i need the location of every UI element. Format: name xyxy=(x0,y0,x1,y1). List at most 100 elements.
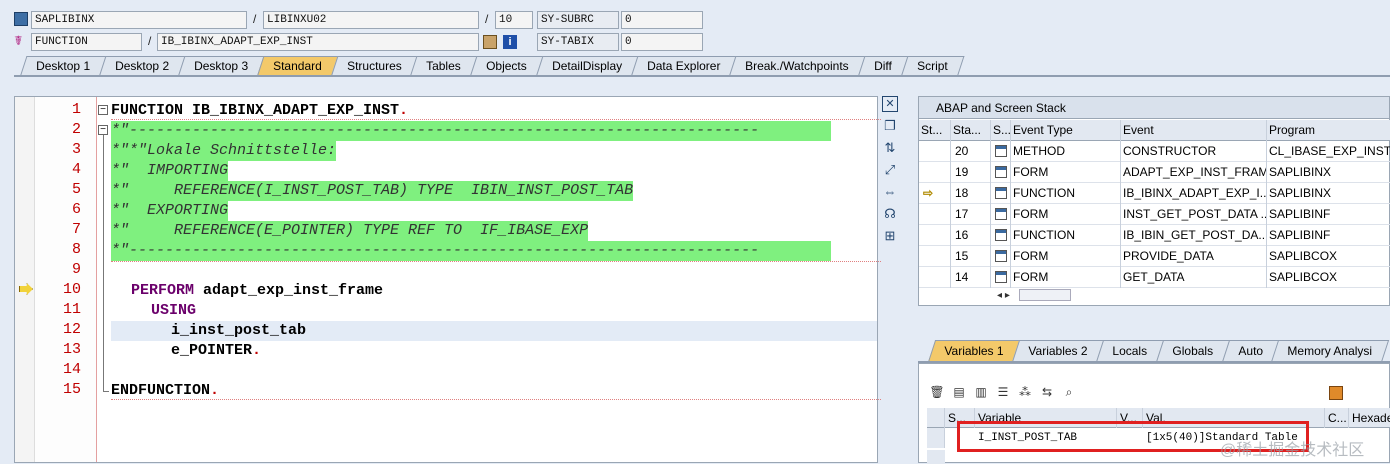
tab-structures[interactable]: Structures xyxy=(330,56,418,76)
stack-cell-event-type: FORM xyxy=(1011,246,1121,267)
stack-col-header[interactable]: Event xyxy=(1121,120,1267,141)
fold-toggle-1[interactable]: − xyxy=(98,105,108,115)
save-icon[interactable] xyxy=(1329,386,1343,400)
stack-cell-event-type: METHOD xyxy=(1011,141,1121,162)
tab-desktop-1[interactable]: Desktop 1 xyxy=(20,56,107,76)
stack-cell-program: SAPLIBINX xyxy=(1269,165,1332,179)
row-selector-2[interactable] xyxy=(927,450,945,464)
stack-cell-level: 19 xyxy=(951,162,991,183)
scroll-left-icon[interactable]: ◂ xyxy=(997,290,1002,301)
type-field[interactable]: FUNCTION xyxy=(31,33,142,51)
transfer-icon[interactable]: ⇆ xyxy=(1039,384,1055,400)
source-icon xyxy=(991,141,1011,162)
document-icon xyxy=(995,271,1007,283)
stack-cell-event-type: FORM xyxy=(1011,267,1121,288)
stack-cell-status xyxy=(919,162,951,183)
stack-cell-level: 16 xyxy=(951,225,991,246)
tab-standard[interactable]: Standard xyxy=(257,56,339,76)
info-icon[interactable]: i xyxy=(503,35,517,49)
fold-end xyxy=(103,391,109,392)
name-field[interactable]: IB_IBINX_ADAPT_EXP_INST xyxy=(157,33,479,51)
vtab-globals[interactable]: Globals xyxy=(1156,340,1230,362)
stack-row[interactable]: 15 FORM PROVIDE_DATA SAPLIBCOX xyxy=(919,246,1390,267)
stack-col-header[interactable]: Program xyxy=(1267,120,1390,141)
tab-tables[interactable]: Tables xyxy=(410,56,478,76)
slash-3: / xyxy=(148,34,152,48)
line-field[interactable]: 10 xyxy=(495,11,533,29)
tab-data-explorer[interactable]: Data Explorer xyxy=(630,56,737,76)
scroll-right-icon[interactable]: ▸ xyxy=(1005,290,1010,301)
stack-row[interactable]: ⇨ 18 FUNCTION IB_IBINX_ADAPT_EXP_I... SAPLIB… xyxy=(919,183,1390,204)
tab-detaildisplay[interactable]: DetailDisplay xyxy=(535,56,639,76)
variables-tabs: Variables 1 Variables 2 Locals Globals Auto M… xyxy=(928,340,1390,362)
code-line-7: *" REFERENCE(E_POINTER) TYPE REF TO IF_I… xyxy=(111,221,589,241)
tree-icon[interactable]: ⊞ xyxy=(882,228,898,244)
tab-label: Desktop 1 xyxy=(36,59,91,73)
code-line-11: USING xyxy=(151,302,197,319)
vtab-memory-analysi[interactable]: Memory Analysi xyxy=(1271,340,1390,362)
tab-script[interactable]: Script xyxy=(900,56,964,76)
stack-cell-event: ADAPT_EXP_INST_FRAM... xyxy=(1121,162,1267,183)
line-number: 15 xyxy=(62,381,81,398)
tab-label: DetailDisplay xyxy=(551,59,622,73)
current-frame-arrow-icon: ⇨ xyxy=(919,183,951,204)
tab-desktop-2[interactable]: Desktop 2 xyxy=(99,56,186,76)
list-icon[interactable]: ☰ xyxy=(995,384,1011,400)
tab-objects[interactable]: Objects xyxy=(470,56,544,76)
stack-col-header[interactable]: St... xyxy=(919,120,951,141)
headset-icon[interactable]: ☊ xyxy=(882,206,898,222)
stack-cell-event: INST_GET_POST_DATA ... xyxy=(1121,204,1267,225)
stack-col-header[interactable]: Sta... xyxy=(951,120,991,141)
tab-desktop-3[interactable]: Desktop 3 xyxy=(178,56,265,76)
vtab-variables-1[interactable]: Variables 1 xyxy=(928,340,1021,362)
scroll-thumb[interactable] xyxy=(1018,289,1071,302)
hierarchy-icon[interactable]: ⁂ xyxy=(1017,384,1033,400)
stack-cell-level: 17 xyxy=(951,204,991,225)
stack-col-header[interactable]: S... xyxy=(991,120,1011,141)
stack-cell-event-type: FUNCTION xyxy=(1011,183,1121,204)
stack-scrollbar[interactable]: ◂ ▸ xyxy=(997,289,1117,303)
vtab-variables-2[interactable]: Variables 2 xyxy=(1012,340,1105,362)
code-line-3: *"*"Lokale Schnittstelle: xyxy=(111,141,337,161)
document-icon xyxy=(995,166,1007,178)
source-icon xyxy=(991,183,1011,204)
stack-row[interactable]: 19 FORM ADAPT_EXP_INST_FRAM... SAPLIBINX xyxy=(919,162,1390,183)
stack-cell-status xyxy=(919,246,951,267)
stack-row[interactable]: 16 FUNCTION IB_IBIN_GET_POST_DA... SAPLIBIN… xyxy=(919,225,1390,246)
vtab-locals[interactable]: Locals xyxy=(1096,340,1165,362)
code-line-8: *"--------------------------------------… xyxy=(111,241,831,261)
expand-width-icon[interactable]: ⇔ xyxy=(882,184,898,200)
swap-icon[interactable]: ⇅ xyxy=(882,140,898,156)
include-field[interactable]: LIBINXU02 xyxy=(263,11,479,29)
delete-icon[interactable]: 🗑 xyxy=(929,384,945,400)
source-icon xyxy=(991,267,1011,288)
tab-label: Desktop 2 xyxy=(115,59,170,73)
new-window-icon[interactable]: ❐ xyxy=(882,118,898,134)
display-object-icon[interactable] xyxy=(483,35,497,49)
tab-break-watchpoints[interactable]: Break./Watchpoints xyxy=(729,56,866,76)
code-line-4: *" IMPORTING xyxy=(111,161,229,181)
close-icon[interactable]: ✕ xyxy=(882,96,898,112)
stack-col-header[interactable]: Event Type xyxy=(1011,120,1121,141)
separator xyxy=(111,119,881,120)
stack-row[interactable]: 20 METHOD CONSTRUCTOR CL_IBASE_EXP_INST= xyxy=(919,141,1390,162)
source-editor[interactable]: 1 2 3 4 5 6 7 8 9 10 11 12 13 14 15 − − FUNCTION IB_IB… xyxy=(14,96,881,463)
col-header-hexadecimal[interactable]: Hexade xyxy=(1349,408,1390,428)
subrc-label: SY-SUBRC xyxy=(537,11,619,29)
stack-row[interactable]: 14 FORM GET_DATA SAPLIBCOX xyxy=(919,267,1390,288)
table-icon[interactable]: ▤ xyxy=(951,384,967,400)
fit-icon[interactable]: ⤢ xyxy=(882,162,898,178)
line-number: 5 xyxy=(71,181,81,198)
row-selector[interactable] xyxy=(927,428,945,448)
fold-toggle-2[interactable]: − xyxy=(98,125,108,135)
tab-diff[interactable]: Diff xyxy=(857,56,909,76)
stack-row[interactable]: 17 FORM INST_GET_POST_DATA ... SAPLIBINF xyxy=(919,204,1390,225)
stack-cell-status xyxy=(919,267,951,288)
table-edit-icon[interactable]: ▥ xyxy=(973,384,989,400)
line-number: 14 xyxy=(62,361,81,378)
filter-icon[interactable]: ⌕ xyxy=(1061,384,1077,400)
program-field[interactable]: SAPLIBINX xyxy=(31,11,247,29)
col-header-c[interactable]: C... xyxy=(1325,408,1349,428)
stack-cell-program: CL_IBASE_EXP_INST= xyxy=(1269,144,1390,158)
endfunction-keyword: ENDFUNCTION xyxy=(111,382,211,399)
